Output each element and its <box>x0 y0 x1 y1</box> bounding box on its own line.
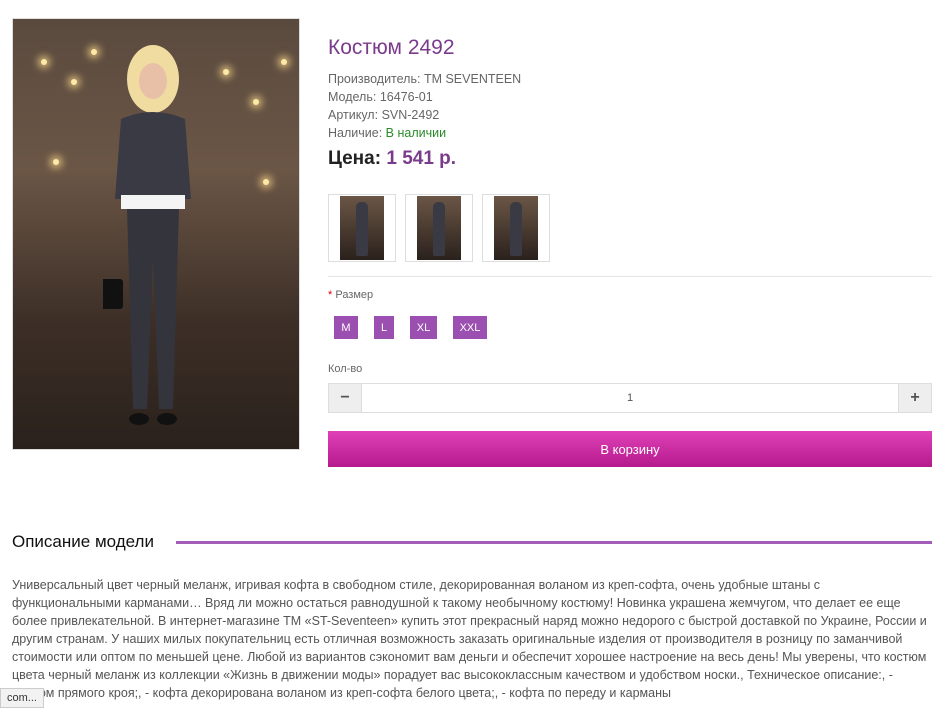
required-mark: * <box>328 289 333 301</box>
size-label-text: Размер <box>335 289 374 301</box>
manufacturer-value[interactable]: TM SEVENTEEN <box>424 72 521 86</box>
product-main-image[interactable] <box>12 18 300 450</box>
manufacturer-row: Производитель: TM SEVENTEEN <box>328 70 521 88</box>
availability-row: Наличие: В наличии <box>328 124 521 142</box>
availability-label: Наличие: <box>328 126 383 140</box>
divider <box>328 276 932 277</box>
quantity-increase-button[interactable]: + <box>899 384 931 412</box>
size-option-m[interactable]: M <box>334 316 358 339</box>
price-value: 1 541 р. <box>386 148 457 169</box>
section-divider-line <box>176 541 932 544</box>
model-row: Модель: 16476-01 <box>328 88 521 106</box>
size-option-l[interactable]: L <box>374 316 394 339</box>
quantity-label: Кол-во <box>328 363 363 375</box>
size-option-xl[interactable]: XL <box>410 316 437 339</box>
product-specs: Производитель: TM SEVENTEEN Модель: 1647… <box>328 70 521 142</box>
availability-value: В наличии <box>385 126 447 140</box>
price: Цена: 1 541 р. <box>328 148 456 170</box>
description-title: Описание модели <box>12 532 162 552</box>
size-label: * Размер <box>328 289 373 301</box>
manufacturer-label: Производитель: <box>328 72 421 86</box>
sku-label: Артикул: <box>328 108 379 122</box>
description-text: Универсальный цвет черный меланж, игрива… <box>12 578 927 700</box>
model-value: 16476-01 <box>379 90 433 104</box>
model-figure-illustration <box>103 45 191 425</box>
thumbnail-3[interactable] <box>482 194 550 262</box>
sku-row: Артикул: SVN-2492 <box>328 106 521 124</box>
sku-value: SVN-2492 <box>381 108 440 122</box>
quantity-stepper: − 1 + <box>328 383 932 413</box>
model-label: Модель: <box>328 90 377 104</box>
size-option-xxl[interactable]: XXL <box>453 316 487 339</box>
thumbnail-gallery <box>328 194 550 262</box>
thumbnail-2[interactable] <box>405 194 473 262</box>
price-label: Цена: <box>328 148 382 169</box>
thumbnail-1[interactable] <box>328 194 396 262</box>
status-bar-url: com... <box>0 688 44 708</box>
add-to-cart-button[interactable]: В корзину <box>328 431 932 467</box>
quantity-decrease-button[interactable]: − <box>329 384 361 412</box>
product-title: Костюм 2492 <box>328 36 455 59</box>
quantity-input[interactable]: 1 <box>361 384 899 412</box>
size-options: M L XL XXL <box>334 316 503 339</box>
